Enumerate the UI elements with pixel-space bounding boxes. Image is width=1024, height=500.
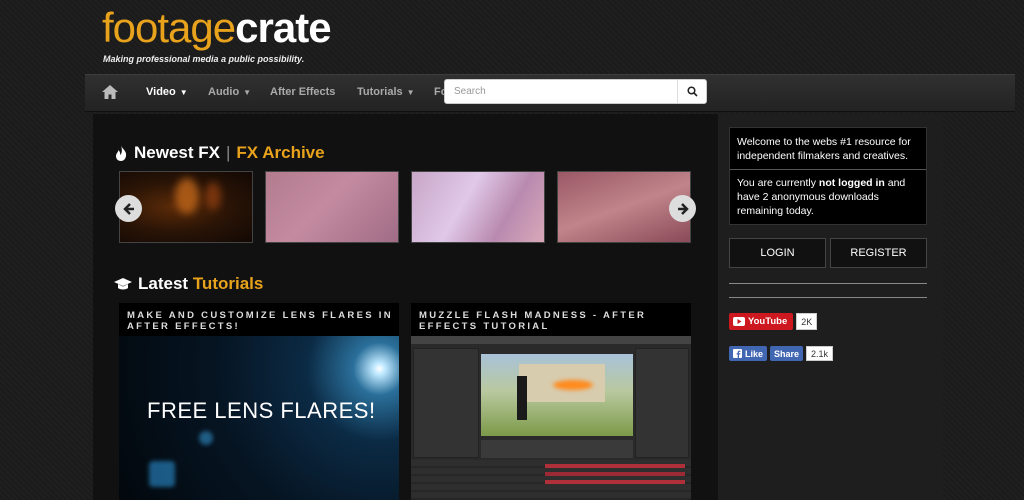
tutorial-title[interactable]: Muzzle Flash Madness - After Effects Tut…	[419, 310, 687, 332]
search-input[interactable]	[445, 80, 678, 103]
latest-tutorials-heading: Latest Tutorials	[113, 274, 263, 294]
tutorial-image-text: FREE LENS FLARES!	[147, 398, 376, 423]
divider	[729, 283, 927, 284]
facebook-count: 2.1k	[806, 346, 834, 361]
facebook-icon	[733, 349, 742, 358]
arrow-right-icon	[677, 202, 689, 215]
facebook-share-button[interactable]: Share	[770, 346, 804, 361]
fx-thumbnail[interactable]	[411, 171, 545, 243]
tutorial-title[interactable]: Make and customize lens flares in after …	[127, 310, 395, 332]
facebook-widget: Like Share 2.1k	[729, 346, 834, 361]
youtube-icon	[733, 317, 745, 326]
carousel-prev-button[interactable]	[115, 195, 142, 222]
tutorial-thumbnail[interactable]: FREE LENS FLARES!	[119, 336, 399, 500]
fx-archive-link[interactable]: FX Archive	[236, 143, 324, 163]
caret-down-icon: ▼	[179, 88, 188, 97]
newest-fx-heading: Newest FX | FX Archive	[113, 143, 325, 163]
arrow-left-icon	[122, 202, 134, 215]
divider	[729, 297, 927, 298]
tutorial-card[interactable]: Make and customize lens flares in after …	[119, 303, 399, 500]
site-logo[interactable]: footagecrate	[102, 4, 332, 52]
caret-down-icon: ▼	[406, 88, 415, 97]
youtube-button[interactable]: YouTube	[729, 313, 794, 330]
nav-item-audio[interactable]: Audio ▼	[208, 86, 251, 98]
youtube-widget: YouTube 2K	[729, 313, 818, 330]
search-box	[444, 79, 707, 104]
search-icon	[686, 86, 698, 97]
login-button[interactable]: LOGIN	[729, 238, 826, 268]
site-header: footagecrate Making professional media a…	[0, 0, 1024, 74]
site-tagline: Making professional media a public possi…	[103, 54, 305, 64]
login-status: You are currently not logged in and have…	[737, 177, 906, 217]
graduation-cap-icon	[114, 277, 132, 289]
divider	[730, 169, 926, 170]
tutorial-card[interactable]: Muzzle Flash Madness - After Effects Tut…	[411, 303, 691, 500]
youtube-count: 2K	[796, 313, 818, 330]
register-button[interactable]: REGISTER	[830, 238, 927, 268]
nav-item-video[interactable]: Video ▼	[146, 86, 188, 98]
caret-down-icon: ▼	[243, 88, 252, 97]
home-icon[interactable]	[101, 84, 119, 102]
facebook-like-button[interactable]: Like	[729, 346, 768, 361]
welcome-box: Welcome to the webs #1 resource for inde…	[729, 127, 927, 225]
fx-thumbnail[interactable]	[265, 171, 399, 243]
search-button[interactable]	[677, 80, 706, 103]
carousel-next-button[interactable]	[669, 195, 696, 222]
nav-item-after-effects[interactable]: After Effects	[270, 86, 335, 98]
fire-icon	[116, 145, 127, 161]
welcome-text: Welcome to the webs #1 resource for inde…	[737, 136, 911, 162]
tutorial-thumbnail[interactable]	[411, 336, 691, 500]
nav-item-tutorials[interactable]: Tutorials ▼	[357, 86, 415, 98]
